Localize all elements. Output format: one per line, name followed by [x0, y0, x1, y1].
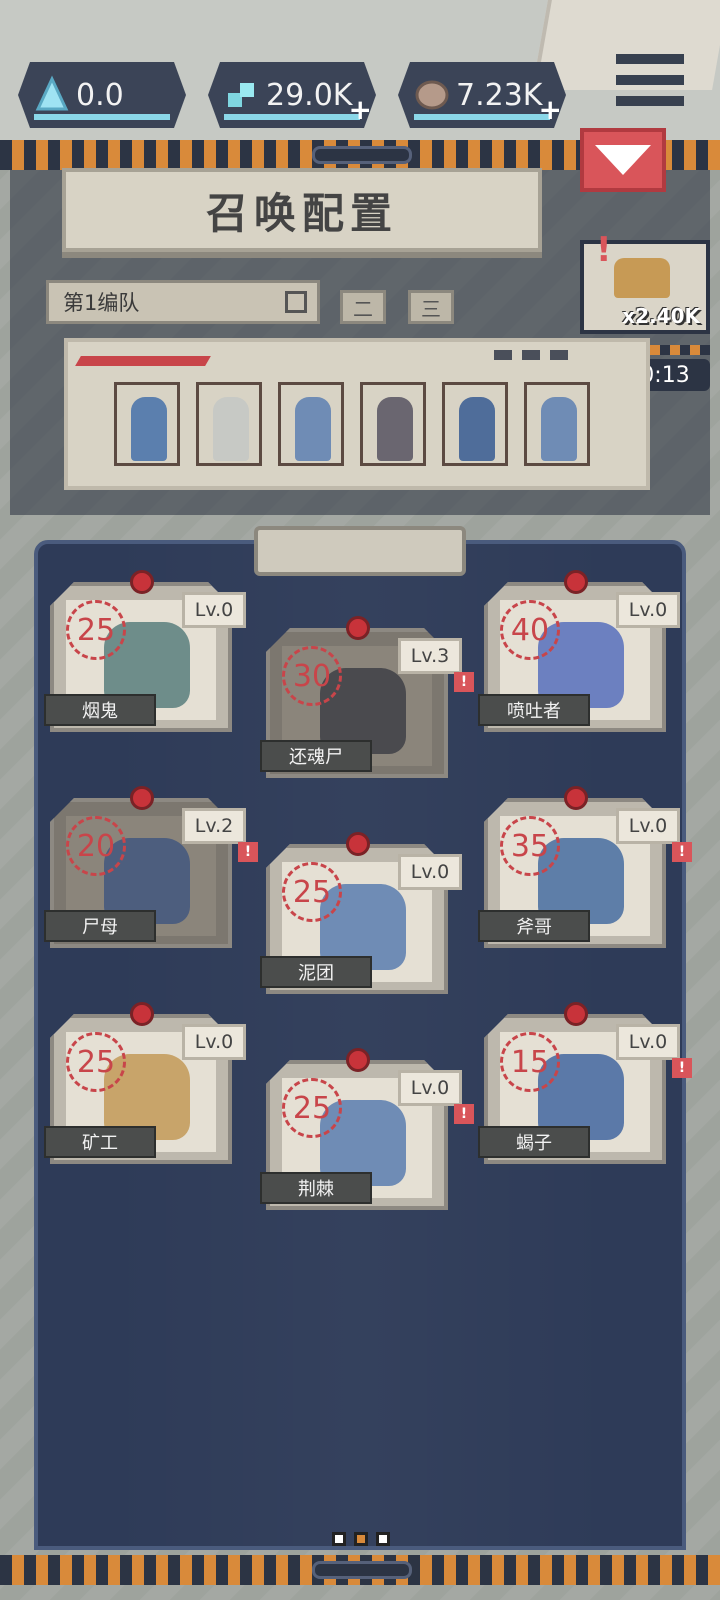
level-badge: Lv.0: [182, 592, 246, 628]
monster-figure: [541, 397, 577, 461]
reward-box[interactable]: ! x2.40K: [580, 230, 710, 334]
pin-icon: [564, 570, 588, 594]
upgrade-alert-icon: !: [672, 1058, 692, 1078]
brain-icon: [412, 75, 452, 115]
summon-cost: 25: [282, 1078, 342, 1138]
squad-name-field[interactable]: 第1编队: [46, 280, 320, 324]
menu-button[interactable]: [612, 50, 688, 110]
upgrade-alert-icon: !: [454, 1104, 474, 1124]
team-slot[interactable]: [442, 382, 508, 466]
level-badge: Lv.0: [398, 854, 462, 890]
decor-mark: [75, 356, 211, 366]
block-value: 29.0K: [266, 77, 353, 113]
treasure-icon: [614, 258, 670, 298]
monster-card[interactable]: 25 Lv.0 荆棘!: [260, 1048, 474, 1210]
pin-icon: [130, 786, 154, 810]
summon-cost: 15: [500, 1032, 560, 1092]
squad-tab-2[interactable]: 二: [340, 290, 386, 324]
monster-figure: [459, 397, 495, 461]
reward-alert: !: [596, 230, 612, 270]
monster-card[interactable]: 25 Lv.0 矿工: [44, 1002, 246, 1164]
page-title: 召唤配置: [205, 188, 398, 238]
team-slot[interactable]: [114, 382, 180, 466]
team-slot[interactable]: [524, 382, 590, 466]
monster-card[interactable]: 20 Lv.2 尸母!: [44, 786, 258, 948]
team-lineup: [64, 338, 650, 490]
monster-card[interactable]: 25 Lv.0 泥团: [260, 832, 462, 994]
monster-figure: [131, 397, 167, 461]
monster-name: 烟鬼: [44, 694, 156, 726]
chevron-down-icon: [595, 145, 651, 175]
summon-cost: 40: [500, 600, 560, 660]
monster-card[interactable]: 25 Lv.0 烟鬼: [44, 570, 246, 732]
upgrade-alert-icon: !: [672, 842, 692, 862]
reward-multiplier: x2.40K: [622, 304, 700, 328]
add-blocks-icon[interactable]: +: [349, 93, 372, 126]
summon-cost: 25: [66, 1032, 126, 1092]
monster-figure: [377, 397, 413, 461]
block-counter[interactable]: 29.0K +: [208, 62, 376, 128]
monster-name: 矿工: [44, 1126, 156, 1158]
add-brains-icon[interactable]: +: [539, 93, 562, 126]
cube-icon: [222, 75, 262, 115]
squad-tab-2-label: 二: [353, 296, 373, 321]
monster-name: 斧哥: [478, 910, 590, 942]
level-badge: Lv.3: [398, 638, 462, 674]
grid-header-tab: [254, 526, 466, 576]
summon-cost: 25: [282, 862, 342, 922]
monster-name: 泥团: [260, 956, 372, 988]
title-plate: 召唤配置: [62, 168, 542, 252]
pin-icon: [346, 616, 370, 640]
summon-cost: 20: [66, 816, 126, 876]
monster-figure: [295, 397, 331, 461]
pin-icon: [564, 1002, 588, 1026]
monster-card[interactable]: 30 Lv.3 还魂尸!: [260, 616, 474, 778]
pin-icon: [346, 1048, 370, 1072]
monster-name: 蝎子: [478, 1126, 590, 1158]
team-slot[interactable]: [196, 382, 262, 466]
brain-counter[interactable]: 7.23K +: [398, 62, 566, 128]
panel-bottom-border: [0, 1555, 720, 1585]
pin-icon: [564, 786, 588, 810]
squad-name: 第1编队: [63, 291, 140, 315]
gem-counter: 0.0: [18, 62, 186, 128]
menu-icon: [616, 54, 684, 64]
level-badge: Lv.0: [616, 1024, 680, 1060]
page-indicator: [332, 1532, 390, 1546]
summon-cost: 25: [66, 600, 126, 660]
monster-card[interactable]: 40 Lv.0 喷吐者: [478, 570, 680, 732]
page-dot[interactable]: [354, 1532, 368, 1546]
edit-icon[interactable]: [285, 291, 307, 313]
decor-dots: [494, 350, 568, 360]
monster-name: 喷吐者: [478, 694, 590, 726]
summon-cost: 30: [282, 646, 342, 706]
gem-value: 0.0: [76, 77, 124, 113]
monster-card[interactable]: 35 Lv.0 斧哥!: [478, 786, 692, 948]
level-badge: Lv.2: [182, 808, 246, 844]
page-dot[interactable]: [332, 1532, 346, 1546]
monster-figure: [213, 397, 249, 461]
monster-name: 荆棘: [260, 1172, 372, 1204]
level-badge: Lv.0: [616, 808, 680, 844]
collapse-button[interactable]: [580, 128, 666, 192]
level-badge: Lv.0: [182, 1024, 246, 1060]
monster-name: 尸母: [44, 910, 156, 942]
monster-card[interactable]: 15 Lv.0 蝎子!: [478, 1002, 692, 1164]
summon-cost: 35: [500, 816, 560, 876]
pin-icon: [130, 1002, 154, 1026]
pin-icon: [130, 570, 154, 594]
pin-icon: [346, 832, 370, 856]
level-badge: Lv.0: [398, 1070, 462, 1106]
upgrade-alert-icon: !: [454, 672, 474, 692]
monster-name: 还魂尸: [260, 740, 372, 772]
team-slot[interactable]: [278, 382, 344, 466]
squad-tab-3[interactable]: 三: [408, 290, 454, 324]
level-badge: Lv.0: [616, 592, 680, 628]
crystal-icon: [32, 75, 72, 115]
team-slot[interactable]: [360, 382, 426, 466]
brain-value: 7.23K: [456, 77, 543, 113]
page-dot[interactable]: [376, 1532, 390, 1546]
squad-tab-3-label: 三: [421, 296, 441, 321]
upgrade-alert-icon: !: [238, 842, 258, 862]
